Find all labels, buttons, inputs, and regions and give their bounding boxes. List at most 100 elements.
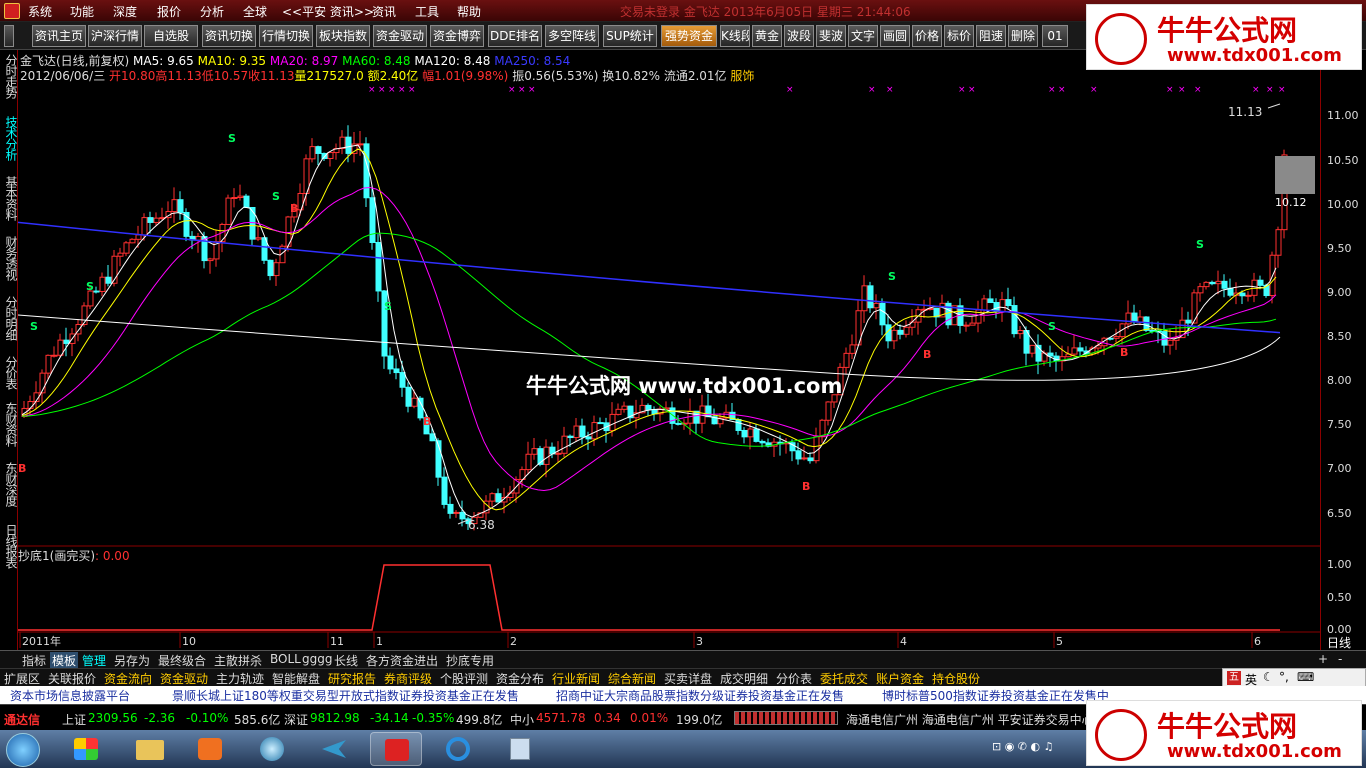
news-item[interactable]: 招商中证大宗商品股票指数分级证券投资基金正在发售 xyxy=(556,687,844,704)
tab-daily-report[interactable]: 日线报表 xyxy=(1,524,18,568)
tab-related-quotes[interactable]: 关联报价 xyxy=(48,670,96,687)
market-quotes-button[interactable]: 沪深行情 xyxy=(88,25,142,47)
tab-industry-news[interactable]: 行业新闻 xyxy=(552,670,600,687)
tab-price-volume[interactable]: 分价表 xyxy=(776,670,812,687)
menu-pingan-info[interactable]: <<平安 资讯>> xyxy=(282,3,374,20)
tab-intraday[interactable]: 分时走势 xyxy=(1,54,18,98)
server-list[interactable]: 海通电信广州 海通电信广州 平安证券交易中心 xyxy=(846,711,1094,728)
tab-extension[interactable]: 扩展区 xyxy=(4,670,40,687)
tab-main-track[interactable]: 主力轨迹 xyxy=(216,670,264,687)
tab-ultimate[interactable]: 最终级合 xyxy=(158,652,206,669)
tdx-app-icon[interactable] xyxy=(370,732,422,766)
tab-order-deal[interactable]: 委托成交 xyxy=(820,670,868,687)
menu-function[interactable]: 功能 xyxy=(70,3,94,20)
watchlist-button[interactable]: 自选股 xyxy=(144,25,198,47)
start-button-icon[interactable] xyxy=(6,733,40,767)
tab-fund-distribution[interactable]: 资金分布 xyxy=(496,670,544,687)
sh-index-name[interactable]: 上证 xyxy=(62,711,86,728)
globe-icon[interactable] xyxy=(246,732,298,766)
sector-index-button[interactable]: 板块指数 xyxy=(316,25,370,47)
fund-game-button[interactable]: 资金博弈 xyxy=(430,25,484,47)
menu-info[interactable]: 资讯 xyxy=(372,3,396,20)
folder-icon[interactable] xyxy=(124,732,176,766)
fibonacci-button[interactable]: 斐波 xyxy=(816,25,846,47)
tab-broker-rating[interactable]: 券商评级 xyxy=(384,670,432,687)
tab-deal-detail[interactable]: 成交明细 xyxy=(720,670,768,687)
menu-global[interactable]: 全球 xyxy=(243,3,267,20)
tab-indicator[interactable]: 指标 xyxy=(22,652,46,669)
tab-price-table[interactable]: 分价表 xyxy=(1,356,18,389)
tab-gggg[interactable]: gggg xyxy=(302,652,332,666)
sz-index-name[interactable]: 深证 xyxy=(284,711,308,728)
tab-long-term[interactable]: 长线 xyxy=(334,652,358,669)
tab-fund-flow[interactable]: 各方资金进出 xyxy=(366,652,438,669)
tab-holdings[interactable]: 持仓股份 xyxy=(932,670,980,687)
text-button[interactable]: 文字 xyxy=(848,25,878,47)
menu-analysis[interactable]: 分析 xyxy=(200,3,224,20)
tab-main-retail[interactable]: 主散拼杀 xyxy=(214,652,262,669)
gold-button[interactable]: 黄金 xyxy=(752,25,782,47)
punctuation-icon[interactable]: °, xyxy=(1279,670,1289,684)
zero-one-button[interactable]: 01 xyxy=(1042,25,1068,47)
tab-technical-analysis[interactable]: 技术分析 xyxy=(1,116,18,160)
kline-chart-area[interactable]: S S S S S S S S B B B B B B × × × × × × × × × × × × × × × × × × × × × × 201… xyxy=(17,50,1320,650)
tab-template[interactable]: 模板 xyxy=(50,652,79,669)
delete-button[interactable]: 删除 xyxy=(1008,25,1038,47)
tray-icons[interactable]: ⊡ ◉ ✆ ◐ ♫ xyxy=(992,740,1053,753)
candle-body xyxy=(747,428,754,438)
label-price-button[interactable]: 标价 xyxy=(944,25,974,47)
wave-button[interactable]: 波段 xyxy=(784,25,814,47)
sup-stats-button[interactable]: SUP统计 xyxy=(603,25,657,47)
tab-trade-detail[interactable]: 买卖详盘 xyxy=(664,670,712,687)
draw-circle-button[interactable]: 画圆 xyxy=(880,25,910,47)
menu-depth[interactable]: 深度 xyxy=(113,3,137,20)
ie-browser-icon[interactable] xyxy=(432,732,484,766)
tab-eastmoney-info[interactable]: 东财资料 xyxy=(1,402,18,446)
zx-index-name[interactable]: 中小 xyxy=(510,711,534,728)
moon-icon[interactable]: ☾ xyxy=(1263,670,1274,684)
info-home-button[interactable]: 资讯主页 xyxy=(32,25,86,47)
media-player-icon[interactable] xyxy=(184,732,236,766)
menu-system[interactable]: 系统 xyxy=(28,3,52,20)
resistance-button[interactable]: 阻速 xyxy=(976,25,1006,47)
keyboard-icon[interactable]: ⌨ xyxy=(1297,670,1314,684)
tab-capital-drive[interactable]: 资金驱动 xyxy=(160,670,208,687)
k-segment-button[interactable]: K线段 xyxy=(720,25,750,47)
dde-ranking-button[interactable]: DDE排名 xyxy=(488,25,542,47)
price-button[interactable]: 价格 xyxy=(912,25,942,47)
tab-smart-analysis[interactable]: 智能解盘 xyxy=(272,670,320,687)
news-item[interactable]: 博时标普500指数证券投资基金正在发售中 xyxy=(882,687,1109,704)
kline-chart-svg[interactable]: SSSSSSSSBBBBB B× × × × × × × × × × × × × × × × × × × × × × 201… xyxy=(17,50,1320,650)
tab-general-news[interactable]: 综合新闻 xyxy=(608,670,656,687)
fund-drive-button[interactable]: 资金驱动 xyxy=(373,25,427,47)
tab-basic-info[interactable]: 基本资料 xyxy=(1,176,18,220)
tab-research-report[interactable]: 研究报告 xyxy=(328,670,376,687)
bird-app-icon[interactable] xyxy=(308,732,360,766)
tab-intraday-detail[interactable]: 分时明细 xyxy=(1,296,18,340)
tab-account-fund[interactable]: 账户资金 xyxy=(876,670,924,687)
tab-save-as[interactable]: 另存为 xyxy=(114,652,150,669)
menu-tools[interactable]: 工具 xyxy=(415,3,439,20)
ime-toolbar[interactable]: 五 英 ☾ °, ⌨ xyxy=(1222,668,1366,688)
info-switch-button[interactable]: 资讯切换 xyxy=(202,25,256,47)
tab-boll[interactable]: BOLL xyxy=(270,652,301,666)
zoom-in-button[interactable]: + xyxy=(1318,652,1328,666)
tab-bottom-fishing[interactable]: 抄底专用 xyxy=(446,652,494,669)
candle-body xyxy=(447,503,454,514)
bull-bear-button[interactable]: 多空阵线 xyxy=(545,25,599,47)
strong-fund-button[interactable]: 强势资金 xyxy=(661,25,717,47)
tab-financial[interactable]: 财务透视 xyxy=(1,236,18,280)
tab-capital-flow[interactable]: 资金流向 xyxy=(104,670,152,687)
news-item[interactable]: 资本市场信息披露平台 xyxy=(10,687,130,704)
tab-eastmoney-depth[interactable]: 东财深度 xyxy=(1,462,18,506)
menu-help[interactable]: 帮助 xyxy=(457,3,481,20)
tab-stock-eval[interactable]: 个股评测 xyxy=(440,670,488,687)
taskbar-app-icon[interactable] xyxy=(60,732,112,766)
tab-manage[interactable]: 管理 xyxy=(82,652,106,669)
quote-switch-button[interactable]: 行情切换 xyxy=(259,25,313,47)
notepad-icon[interactable] xyxy=(494,732,546,766)
news-item[interactable]: 景顺长城上证180等权重交易型开放式指数证券投资基金正在发售 xyxy=(172,687,519,704)
menu-quote[interactable]: 报价 xyxy=(157,3,181,20)
x-marker: × xyxy=(508,85,516,95)
zoom-out-button[interactable]: - xyxy=(1338,652,1342,666)
